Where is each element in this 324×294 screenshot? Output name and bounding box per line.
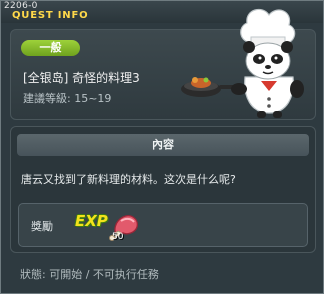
window-title: QUEST INFO [12,10,89,21]
content-header: 內容 [17,134,309,156]
quest-name: [全银岛] 奇怪的料理3 [23,71,140,85]
quest-info-window: 2206-0 QUEST INFO 一般 [全银岛] 奇怪的料理3 建議等級: … [0,0,324,294]
quest-status: 狀態: 可開始 / 不可执行任務 [20,268,159,281]
exp-icon[interactable]: EXP [75,212,108,230]
item-count: 50 [112,232,124,242]
panda-chef-npc-icon [181,8,304,118]
reward-label: 獎勵 [31,220,53,233]
quest-content-panel: 內容 唐云又找到了新料理的材料。这次是什么呢? 獎勵 EXP 50 [10,126,316,253]
quest-type-badge: 一般 [21,40,80,56]
quest-description: 唐云又找到了新料理的材料。这次是什么呢? [21,173,236,186]
reward-box: 獎勵 EXP 50 [18,203,308,247]
recommended-level: 建議等級: 15~19 [23,92,112,105]
